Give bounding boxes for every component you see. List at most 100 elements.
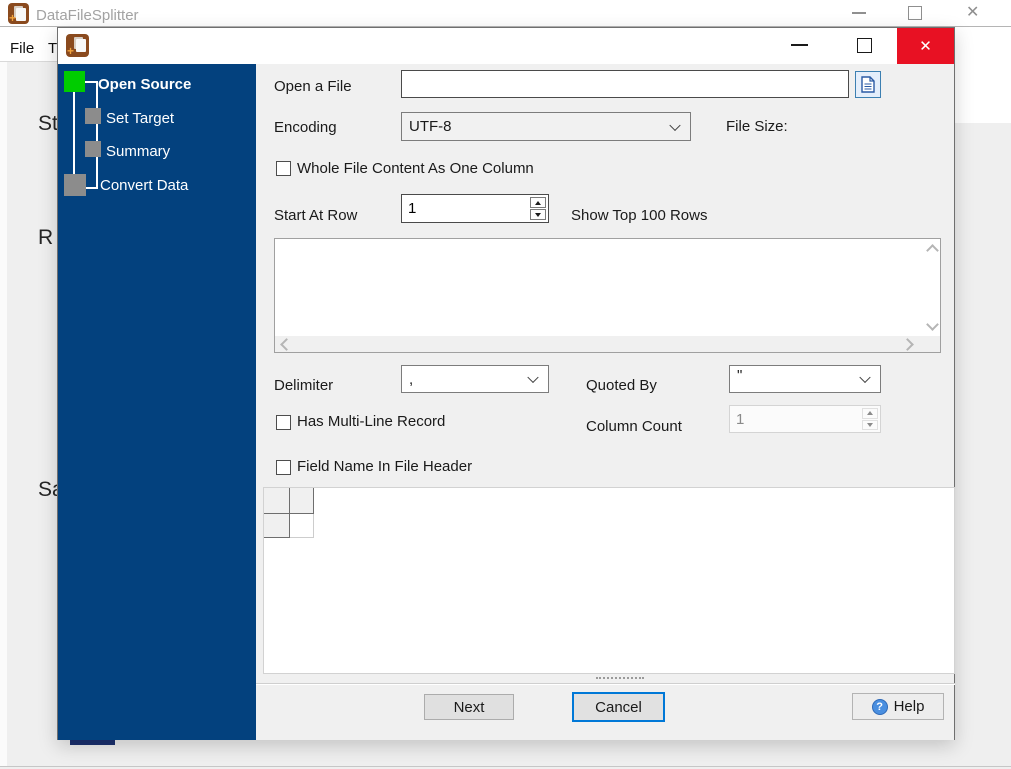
tree-line-vertical-mid (96, 81, 98, 189)
step-indicator-summary (85, 141, 101, 157)
column-count-spin-buttons (862, 408, 878, 430)
step-label-summary: Summary (106, 143, 171, 160)
spin-up-button[interactable] (530, 197, 546, 208)
horizontal-scrollbar[interactable] (275, 336, 940, 352)
file-preview-textarea[interactable] (274, 238, 941, 353)
main-maximize-button[interactable] (908, 6, 922, 20)
column-count-label: Column Count (586, 418, 682, 435)
step-indicator-open-source (64, 71, 85, 92)
scroll-left-icon[interactable] (280, 338, 293, 351)
whole-file-checkbox-label[interactable]: Whole File Content As One Column (297, 160, 534, 177)
main-window-panel-fragment (955, 27, 1011, 123)
app-icon-page-front (16, 8, 26, 21)
clipped-label-2: R (38, 226, 54, 249)
close-icon: ✕ (919, 38, 932, 55)
spin-down-button[interactable] (530, 209, 546, 220)
main-minimize-button[interactable] (852, 12, 866, 14)
dialog-icon-plus: + (67, 44, 75, 58)
delimiter-dropdown[interactable]: , (401, 365, 549, 393)
spin-up-button (862, 408, 878, 419)
vertical-scrollbar[interactable] (923, 239, 940, 336)
minimize-icon (852, 12, 866, 14)
wizard-dialog: + ✕ Open Source Set Target Summary Conve… (57, 27, 955, 740)
dialog-maximize-button[interactable] (857, 38, 872, 53)
app-icon-plus: + (9, 11, 17, 25)
screen: + DataFileSplitter ✕ File T St R Sa + ✕ (0, 0, 1011, 769)
delimiter-label: Delimiter (274, 377, 334, 394)
start-at-row-input[interactable] (403, 196, 513, 221)
grid-corner-cell[interactable] (264, 488, 290, 514)
quoted-by-label: Quoted By (586, 377, 657, 394)
step-indicator-convert-data (64, 174, 86, 196)
open-file-label: Open a File (274, 78, 352, 95)
main-window-sidebar-fragment (70, 740, 115, 745)
help-button[interactable]: ? Help (852, 693, 944, 720)
step-label-open-source: Open Source (98, 76, 192, 93)
dialog-minimize-button[interactable] (791, 44, 808, 46)
whole-file-checkbox[interactable] (276, 161, 291, 176)
grid-row-header[interactable] (264, 514, 290, 538)
encoding-label: Encoding (274, 119, 337, 136)
app-icon: + (8, 3, 29, 24)
maximize-icon (857, 38, 872, 53)
resize-grip[interactable] (596, 677, 644, 682)
dialog-app-icon: + (66, 34, 89, 57)
chevron-down-icon (859, 371, 871, 384)
step-label-convert-data: Convert Data (100, 177, 189, 194)
encoding-value: UTF-8 (409, 118, 452, 135)
grid-data-cell[interactable] (290, 514, 314, 538)
encoding-dropdown[interactable]: UTF-8 (401, 112, 691, 141)
dialog-icon-page-front (76, 39, 86, 52)
menu-file[interactable]: File (10, 40, 34, 57)
multi-line-checkbox[interactable] (276, 415, 291, 430)
wizard-sidebar: Open Source Set Target Summary Convert D… (58, 64, 256, 740)
dialog-titlebar (58, 28, 954, 64)
arrow-up-icon (867, 411, 873, 416)
grid-column-header[interactable] (290, 488, 314, 514)
preview-data-grid (263, 487, 955, 674)
minimize-icon (791, 44, 808, 46)
tree-line-horizontal-bottom (86, 187, 98, 189)
show-top-rows-label: Show Top 100 Rows (571, 207, 708, 224)
menu-item-truncated[interactable]: T (48, 40, 57, 57)
column-count-spinner (729, 405, 881, 433)
help-icon: ? (871, 698, 888, 715)
main-close-button[interactable]: ✕ (966, 5, 979, 21)
arrow-down-icon (867, 422, 873, 427)
multi-line-checkbox-label[interactable]: Has Multi-Line Record (297, 413, 445, 430)
document-icon (861, 76, 875, 93)
tree-line-vertical-left (73, 92, 75, 174)
quoted-by-value: " (737, 367, 743, 384)
button-bar-divider-highlight (256, 684, 955, 685)
maximize-icon (908, 6, 922, 20)
next-button-label: Next (453, 698, 485, 716)
help-button-label: Help (893, 698, 925, 715)
delimiter-value: , (409, 370, 414, 388)
field-name-checkbox-label[interactable]: Field Name In File Header (297, 458, 472, 475)
step-label-set-target: Set Target (106, 110, 175, 127)
scroll-up-icon[interactable] (926, 244, 939, 257)
cancel-button-label: Cancel (595, 698, 642, 716)
start-at-row-label: Start At Row (274, 207, 358, 224)
clipped-label-1: St (38, 112, 57, 135)
arrow-up-icon (535, 200, 541, 205)
file-path-input[interactable] (401, 70, 849, 98)
chevron-down-icon (669, 119, 681, 131)
scroll-right-icon[interactable] (901, 338, 914, 351)
cancel-button[interactable]: Cancel (572, 692, 665, 722)
chevron-down-icon (527, 371, 539, 384)
file-size-label: File Size: (726, 118, 788, 135)
column-count-input (731, 407, 843, 431)
next-button[interactable]: Next (424, 694, 514, 720)
scroll-down-icon[interactable] (926, 318, 939, 331)
field-name-checkbox[interactable] (276, 460, 291, 475)
quoted-by-dropdown[interactable]: " (729, 365, 881, 393)
main-window-clipped-labels: St R Sa (0, 62, 57, 762)
dialog-close-button[interactable]: ✕ (897, 28, 954, 64)
start-at-row-spinner (401, 194, 549, 223)
start-at-row-spin-buttons (530, 197, 546, 220)
spin-down-button (862, 419, 878, 430)
step-indicator-set-target (85, 108, 101, 124)
browse-file-button[interactable] (855, 71, 881, 98)
clipped-label-3: Sa (38, 478, 57, 501)
